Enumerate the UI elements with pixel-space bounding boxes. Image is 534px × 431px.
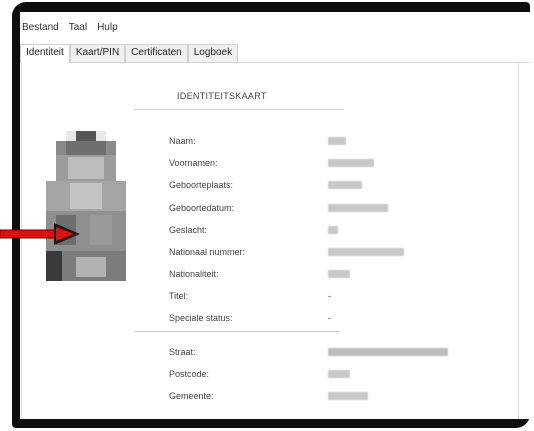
tab-identiteit[interactable]: Identiteit [20,44,70,63]
label-naam: Naam: [169,136,196,146]
label-gemeente: Gemeente: [169,391,214,401]
value-geslacht-redacted [328,226,338,234]
eid-viewer-window: Bestand Taal Hulp Identiteit Kaart/PIN C… [20,12,530,419]
label-speciale-status: Speciale status: [169,313,233,323]
value-nationaal-nummer-redacted [328,248,404,256]
label-postcode: Postcode: [169,369,210,379]
menu-taal[interactable]: Taal [69,22,87,38]
value-titel: - [328,291,331,301]
separator-top [134,109,344,110]
right-arrow-icon [0,223,80,245]
separator-address [134,331,340,332]
label-nationaliteit: Nationaliteit: [169,269,219,279]
menu-hulp[interactable]: Hulp [97,22,118,38]
value-geboortedatum-redacted [328,204,388,212]
label-geslacht: Geslacht: [169,225,208,235]
section-title: IDENTITEITSKAART [177,91,267,101]
value-straat-redacted [328,348,448,356]
value-speciale-status: - [328,313,331,323]
menu-bestand[interactable]: Bestand [22,22,59,38]
tab-logboek[interactable]: Logboek [187,44,239,62]
value-voornamen-redacted [328,159,374,167]
label-geboortedatum: Geboortedatum: [169,203,235,213]
tab-kaart-pin[interactable]: Kaart/PIN [69,44,126,62]
label-titel: Titel: [169,291,189,301]
tab-bar: Identiteit Kaart/PIN Certificaten Logboe… [20,44,530,63]
value-nationaliteit-redacted [328,270,350,278]
value-postcode-redacted [328,370,350,378]
identity-panel: IDENTITEITSKAART Naam: Voornamen: Geboor… [21,63,519,419]
tab-certificaten[interactable]: Certificaten [125,44,188,62]
value-geboorteplaats-redacted [328,181,362,189]
id-photo [46,131,126,281]
label-voornamen: Voornamen: [169,158,218,168]
label-geboorteplaats: Geboorteplaats: [169,180,234,190]
label-nationaal-nummer: Nationaal nummer: [169,247,246,257]
menu-bar: Bestand Taal Hulp [20,22,118,38]
value-gemeente-redacted [328,392,368,400]
value-naam-redacted [328,137,346,145]
label-straat: Straat: [169,347,196,357]
